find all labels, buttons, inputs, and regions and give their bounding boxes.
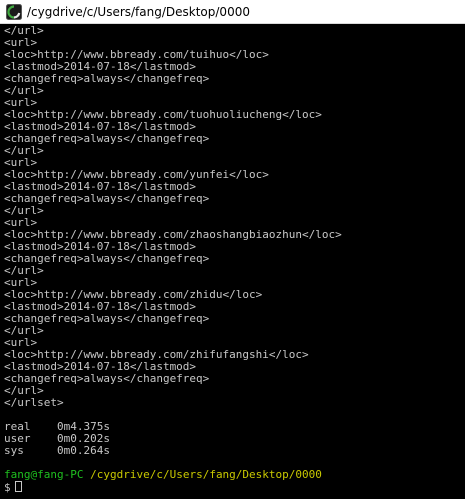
timing-line: sys 0m0.264s <box>4 444 110 457</box>
output-line: <changefreq>always</changefreq> <box>4 132 210 145</box>
output-line: <changefreq>always</changefreq> <box>4 192 210 205</box>
timing-output: real 0m4.375s user 0m0.202s sys 0m0.264s <box>4 421 465 457</box>
output-line: <changefreq>always</changefreq> <box>4 372 210 385</box>
terminal-output[interactable]: </url> <url> <loc>http://www.bbready.com/t… <box>0 25 465 499</box>
prompt-line: fang@fang-PC /cygdrive/c/Users/fang/Desk… <box>4 469 465 481</box>
output-line: </url> <box>4 144 44 157</box>
output-line: </url> <box>4 84 44 97</box>
text-cursor <box>14 481 22 492</box>
output-line: <changefreq>always</changefreq> <box>4 252 210 265</box>
command-output: </url> <url> <loc>http://www.bbready.com/t… <box>4 25 465 409</box>
output-line: </url> <box>4 324 44 337</box>
output-line: </url> <box>4 204 44 217</box>
output-line: </url> <box>4 264 44 277</box>
cygwin-terminal-icon <box>6 4 22 20</box>
window-title: /cygdrive/c/Users/fang/Desktop/0000 <box>27 5 250 19</box>
prompt-path: /cygdrive/c/Users/fang/Desktop/0000 <box>90 468 322 481</box>
output-line: <changefreq>always</changefreq> <box>4 72 210 85</box>
input-line[interactable]: $ <box>4 481 465 494</box>
output-line: </urlset> <box>4 396 64 409</box>
output-line: </url> <box>4 384 44 397</box>
output-line: </url> <box>4 25 44 37</box>
terminal-window: /cygdrive/c/Users/fang/Desktop/0000 </ur… <box>0 0 465 499</box>
output-line: <changefreq>always</changefreq> <box>4 312 210 325</box>
prompt-symbol: $ <box>4 481 11 494</box>
title-bar[interactable]: /cygdrive/c/Users/fang/Desktop/0000 <box>0 0 465 24</box>
prompt-user-host: fang@fang-PC <box>4 468 84 481</box>
